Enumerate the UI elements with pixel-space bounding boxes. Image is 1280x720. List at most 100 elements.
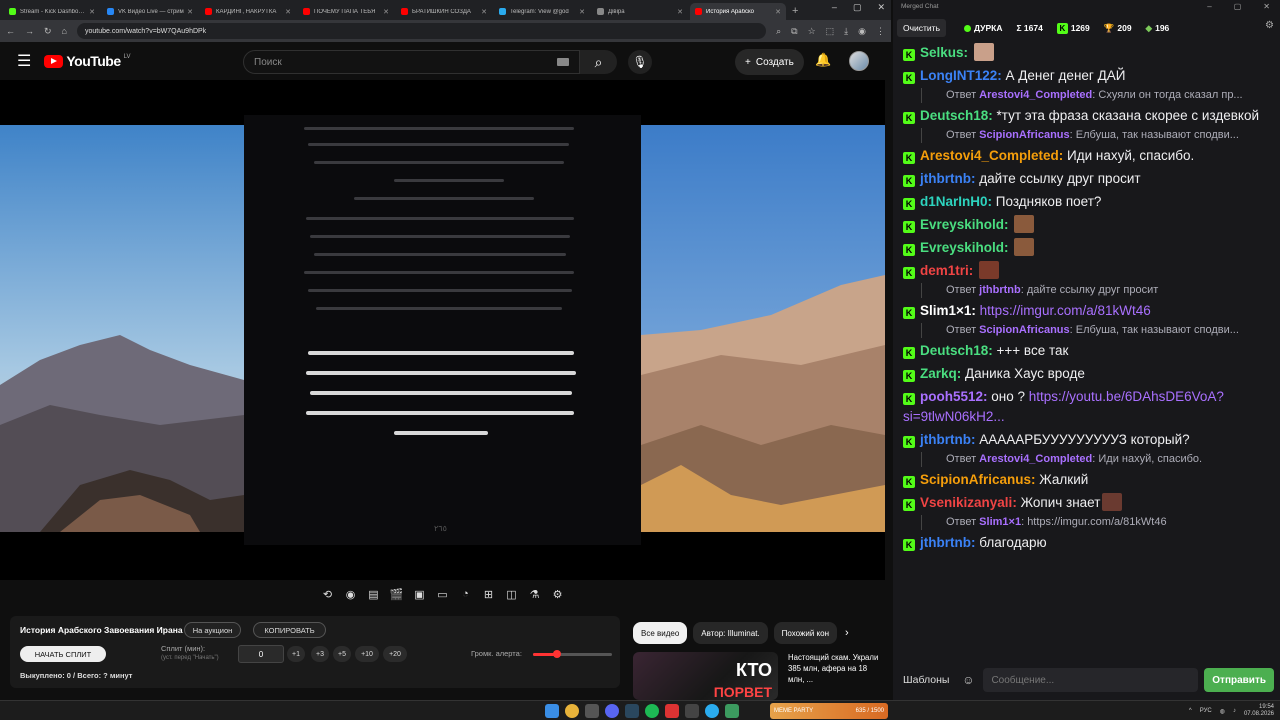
theater-icon[interactable]: ▭ [435,587,450,602]
chat-username[interactable]: Arestovi4_Completed [920,148,1059,163]
share-icon[interactable]: ⧉ [791,26,797,37]
browser-tab[interactable]: Дівіра ✕ [592,3,688,20]
screenshot-icon[interactable]: ◫ [504,587,519,602]
keyboard-icon[interactable] [557,58,569,66]
close-icon[interactable]: ✕ [877,2,885,13]
chat-username[interactable]: ScipionAfricanus [920,472,1031,487]
reply-quote[interactable]: Ответ Arestovi4_Completed: Схуяли он тог… [921,88,1270,103]
picture-in-picture-icon[interactable]: ▣ [412,587,427,602]
home-icon[interactable]: ⌂ [62,26,67,36]
maximize-icon[interactable]: ▢ [1234,2,1242,11]
chip-all-videos[interactable]: Все видео [633,622,688,644]
alert-volume-knob[interactable] [552,650,561,658]
speed-icon[interactable]: ◔ [458,587,473,602]
chat-username[interactable]: pooh5512 [920,389,983,404]
forward-icon[interactable]: → [25,26,34,36]
chat-username[interactable]: Vsenikizanyali [920,495,1012,510]
chat-username[interactable]: Selkus [920,45,964,60]
split-increment-button[interactable]: +20 [383,646,407,662]
tab-close-icon[interactable]: ✕ [383,8,389,16]
url-field[interactable]: youtube.com/watch?v=bW7QAu9hDPk [76,23,767,39]
tab-close-icon[interactable]: ✕ [677,8,683,16]
search-input[interactable]: Поиск [243,50,580,74]
clear-chat-button[interactable]: Очистить [897,19,947,37]
user-avatar[interactable] [849,51,869,71]
split-increment-button[interactable]: +1 [287,646,305,662]
audio-icon[interactable]: ◉ [343,587,358,602]
split-minutes-input[interactable]: 0 [238,645,284,663]
reload-icon[interactable]: ↻ [44,26,52,37]
tray-chevron-icon[interactable]: ^ [1189,708,1192,714]
browser-tab[interactable]: ПОЧЕМУ ПАПА ТЕБЯ ✕ [298,3,394,20]
browser-tab[interactable]: Stream - Kick Dashboard ✕ [4,3,100,20]
split-increment-button[interactable]: +5 [333,646,351,662]
alert-volume-slider[interactable] [533,650,612,658]
tab-close-icon[interactable]: ✕ [89,8,95,16]
tab-close-icon[interactable]: ✕ [285,8,291,16]
clock[interactable]: 19:54 07.08.2026 [1244,704,1274,718]
folder-icon[interactable] [585,704,599,718]
minimize-icon[interactable]: – [832,2,837,13]
discord-icon[interactable] [605,704,619,718]
spotify-icon[interactable] [645,704,659,718]
hamburger-menu-icon[interactable]: ☰ [17,51,31,71]
chat-username[interactable]: dem1tri [920,263,969,278]
tab-close-icon[interactable]: ✕ [481,8,487,16]
chip-author[interactable]: Автор: Illuminat. [693,622,768,644]
templates-button[interactable]: Шаблоны [899,674,953,686]
send-button[interactable]: Отправить [1204,668,1274,692]
back-icon[interactable]: ← [6,26,15,36]
reply-quote[interactable]: Ответ Arestovi4_Completed: Иди нахуй, сп… [921,452,1270,467]
subtitles-icon[interactable]: ▤ [366,587,381,602]
chat-username[interactable]: jthbrtnb [920,432,971,447]
obs-icon[interactable] [685,704,699,718]
chip-similar[interactable]: Похожий кон [773,622,837,644]
start-split-button[interactable]: НАЧАТЬ СПЛИТ [20,646,106,662]
recommended-thumbnail[interactable]: КТО ПОРВЕТ [633,652,778,700]
steam-icon[interactable] [625,704,639,718]
chat-username[interactable]: Evreyskihold [920,240,1004,255]
zoom-icon[interactable]: ⌕ [776,26,781,37]
reply-quote[interactable]: Ответ ScipionAfricanus: Елбуша, так назы… [921,128,1270,143]
language-indicator[interactable]: РУС [1200,708,1212,714]
profile-icon[interactable]: ◉ [858,26,866,37]
browser-tab[interactable]: История Арабско ✕ [690,3,786,20]
chat-username[interactable]: jthbrtnb [920,171,971,186]
chat-username[interactable]: Slim1×1 [920,303,971,318]
tab-close-icon[interactable]: ✕ [579,8,585,16]
emoji-icon[interactable]: ☺ [959,673,977,687]
notifications-bell-icon[interactable]: 🔔 [815,52,831,68]
network-icon[interactable]: ◍ [1220,708,1225,715]
chevron-right-icon[interactable]: › [845,627,849,639]
create-button[interactable]: + Создать [735,49,804,75]
search-button[interactable]: ⌕ [580,50,617,74]
start-icon[interactable] [545,704,559,718]
browser-tab[interactable]: КАРДИНГ, НАКРУТКА ✕ [200,3,296,20]
clapper-icon[interactable]: 🎬 [389,587,404,602]
voice-search-button[interactable]: 🎙 [628,50,652,74]
recommended-title[interactable]: Настоящий скам. Украли 385 млн, афера на… [788,652,883,685]
split-increment-button[interactable]: +3 [311,646,329,662]
chat-username[interactable]: Evreyskihold [920,217,1004,232]
tab-close-icon[interactable]: ✕ [187,8,193,16]
chat-link[interactable]: https://imgur.com/a/81kWt46 [980,303,1151,318]
bookmark-icon[interactable]: ☆ [808,26,816,37]
chat-username[interactable]: jthbrtnb [920,535,971,550]
auction-button[interactable]: На аукцион [184,622,241,638]
telegram-icon[interactable] [705,704,719,718]
flask-icon[interactable]: ⚗ [527,587,542,602]
chrome-icon[interactable] [565,704,579,718]
chat-username[interactable]: Deutsch18 [920,108,988,123]
browser-tab[interactable]: VK Видео Live — стрим ✕ [102,3,198,20]
close-icon[interactable]: ✕ [1263,2,1270,11]
app-icon-2[interactable] [725,704,739,718]
game-widget[interactable]: MEME PARTY 635 / 1500 [770,703,888,719]
chat-username[interactable]: d1NarInH0 [920,194,988,209]
settings-gear-icon[interactable]: ⚙ [550,587,565,602]
volume-icon[interactable]: ♪ [1233,708,1236,714]
split-increment-button[interactable]: +10 [355,646,379,662]
chat-username[interactable]: Deutsch18 [920,343,988,358]
chat-settings-icon[interactable]: ⚙ [1265,20,1274,31]
extensions-icon[interactable]: ⬚ [826,26,835,37]
tab-close-icon[interactable]: ✕ [775,8,781,16]
